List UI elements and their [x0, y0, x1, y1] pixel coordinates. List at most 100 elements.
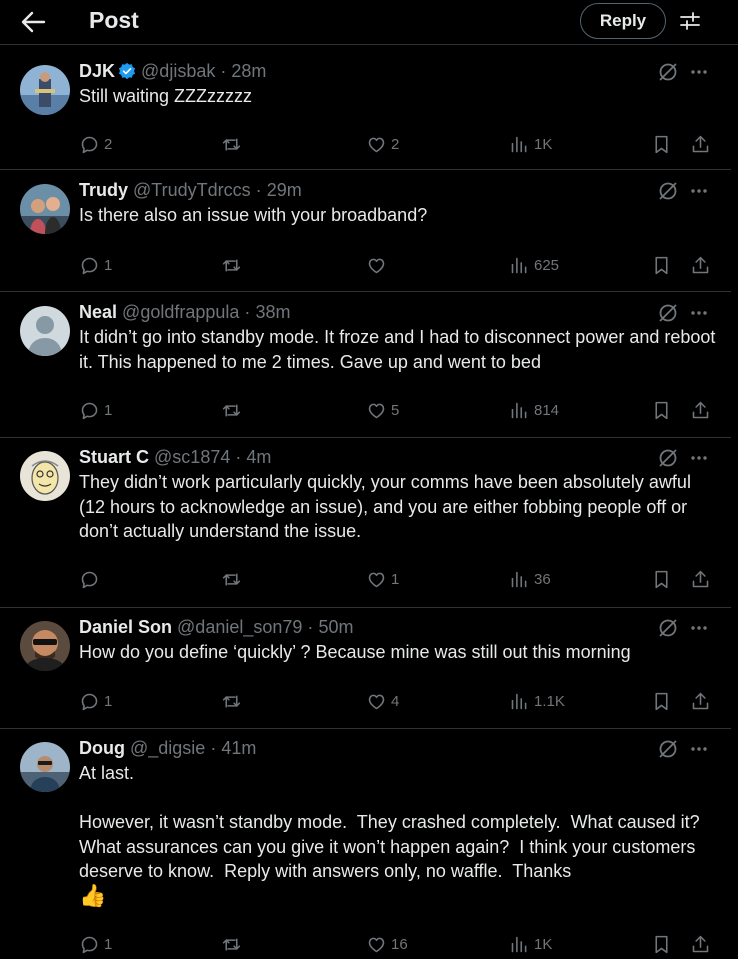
tweet-header: Doug @_digsie · 41m [79, 736, 256, 760]
user-handle[interactable]: @TrudyTdrccs [133, 180, 251, 200]
user-handle[interactable]: @_digsie [130, 738, 205, 758]
reply-action[interactable]: 1 [79, 252, 112, 278]
bookmark-action[interactable] [651, 688, 672, 714]
share-action[interactable] [690, 252, 711, 278]
timestamp[interactable]: 4m [246, 447, 271, 467]
avatar[interactable] [20, 451, 70, 501]
tweet-trudy[interactable]: Trudy @TrudyTdrccs · 29m Is there also a… [0, 171, 731, 292]
grok-icon[interactable] [657, 180, 679, 202]
share-action[interactable] [690, 131, 711, 157]
tweet-daniel-son[interactable]: Daniel Son @daniel_son79 · 50m How do yo… [0, 608, 731, 729]
more-icon[interactable] [689, 63, 709, 81]
tweet-doug[interactable]: Doug @_digsie · 41m At last. However, it… [0, 729, 731, 959]
tweet-text: They didn’t work particularly quickly, y… [79, 472, 696, 541]
avatar[interactable] [20, 184, 70, 234]
views-action[interactable]: 1K [509, 131, 552, 157]
display-name[interactable]: Neal [79, 302, 117, 322]
more-icon[interactable] [689, 449, 709, 467]
retweet-action[interactable] [221, 252, 246, 278]
share-icon [692, 135, 709, 152]
views-action[interactable]: 814 [509, 397, 559, 423]
tweet-stuart[interactable]: Stuart C @sc1874 · 4m They didn’t work p… [0, 438, 731, 608]
share-action[interactable] [690, 566, 711, 592]
action-bar: 1 16 1K [0, 931, 731, 957]
user-handle[interactable]: @sc1874 [154, 447, 230, 467]
retweet-action[interactable] [221, 931, 246, 957]
avatar[interactable] [20, 621, 70, 671]
tweet-text: It didn’t go into standby mode. It froze… [79, 327, 721, 372]
timestamp[interactable]: 28m [231, 61, 266, 81]
grok-icon[interactable] [657, 302, 679, 324]
share-icon [692, 935, 709, 952]
like-action[interactable]: 4 [366, 688, 399, 714]
retweet-icon [222, 572, 241, 586]
retweet-action[interactable] [221, 397, 246, 423]
grok-icon[interactable] [657, 61, 679, 83]
grok-icon[interactable] [657, 617, 679, 639]
more-icon[interactable] [689, 619, 709, 637]
like-count: 4 [391, 692, 400, 710]
bookmark-action[interactable] [651, 131, 672, 157]
reply-action[interactable] [79, 566, 104, 592]
user-handle[interactable]: @daniel_son79 [177, 617, 302, 637]
timestamp[interactable]: 41m [221, 738, 256, 758]
retweet-action[interactable] [221, 688, 246, 714]
grok-icon[interactable] [657, 738, 679, 760]
like-action[interactable]: 2 [366, 131, 399, 157]
reply-action[interactable]: 2 [79, 131, 112, 157]
back-arrow-icon[interactable] [20, 10, 46, 34]
retweet-action[interactable] [221, 131, 246, 157]
like-action[interactable]: 5 [366, 397, 399, 423]
views-action[interactable]: 36 [509, 566, 551, 592]
share-action[interactable] [690, 397, 711, 423]
share-action[interactable] [690, 688, 711, 714]
display-name[interactable]: Doug [79, 738, 125, 758]
like-icon [368, 694, 385, 709]
bookmark-icon [655, 135, 668, 153]
display-name[interactable]: Trudy [79, 180, 128, 200]
view-count: 1K [534, 935, 553, 953]
reply-action[interactable]: 1 [79, 688, 112, 714]
reply-action[interactable]: 1 [79, 397, 112, 423]
reply-button[interactable]: Reply [580, 3, 666, 39]
like-action[interactable]: 1 [366, 566, 399, 592]
like-action[interactable]: 16 [366, 931, 408, 957]
user-handle[interactable]: @goldfrappula [122, 302, 239, 322]
retweet-icon [222, 937, 241, 951]
retweet-icon [222, 403, 241, 417]
like-action[interactable] [366, 252, 391, 278]
separator-dot: · [307, 617, 314, 637]
more-icon[interactable] [689, 182, 709, 200]
tweet-neal[interactable]: Neal @goldfrappula · 38m It didn’t go in… [0, 293, 731, 438]
bookmark-action[interactable] [651, 252, 672, 278]
retweet-action[interactable] [221, 566, 246, 592]
more-icon[interactable] [689, 740, 709, 758]
avatar[interactable] [20, 306, 70, 356]
views-action[interactable]: 1K [509, 931, 552, 957]
reply-count: 1 [104, 935, 113, 953]
tweet-djk[interactable]: DJK @djisbak · 28m Still waiting ZZZzzzz… [0, 52, 731, 170]
views-action[interactable]: 625 [509, 252, 559, 278]
avatar[interactable] [20, 65, 70, 115]
bookmark-icon [655, 256, 668, 274]
display-name[interactable]: Daniel Son [79, 617, 172, 637]
bookmark-action[interactable] [651, 931, 672, 957]
bookmark-action[interactable] [651, 397, 672, 423]
grok-icon[interactable] [657, 447, 679, 469]
retweet-icon [222, 258, 241, 272]
display-name[interactable]: DJK [79, 61, 115, 81]
timestamp[interactable]: 38m [255, 302, 290, 322]
filter-icon[interactable] [679, 10, 701, 32]
bookmark-action[interactable] [651, 566, 672, 592]
timestamp[interactable]: 50m [318, 617, 353, 637]
like-icon [368, 937, 385, 952]
views-action[interactable]: 1.1K [509, 688, 565, 714]
action-bar: 1 36 [0, 566, 731, 592]
reply-action[interactable]: 1 [79, 931, 112, 957]
more-icon[interactable] [689, 304, 709, 322]
avatar[interactable] [20, 742, 70, 792]
display-name[interactable]: Stuart C [79, 447, 149, 467]
user-handle[interactable]: @djisbak [141, 61, 215, 81]
timestamp[interactable]: 29m [267, 180, 302, 200]
share-action[interactable] [690, 931, 711, 957]
